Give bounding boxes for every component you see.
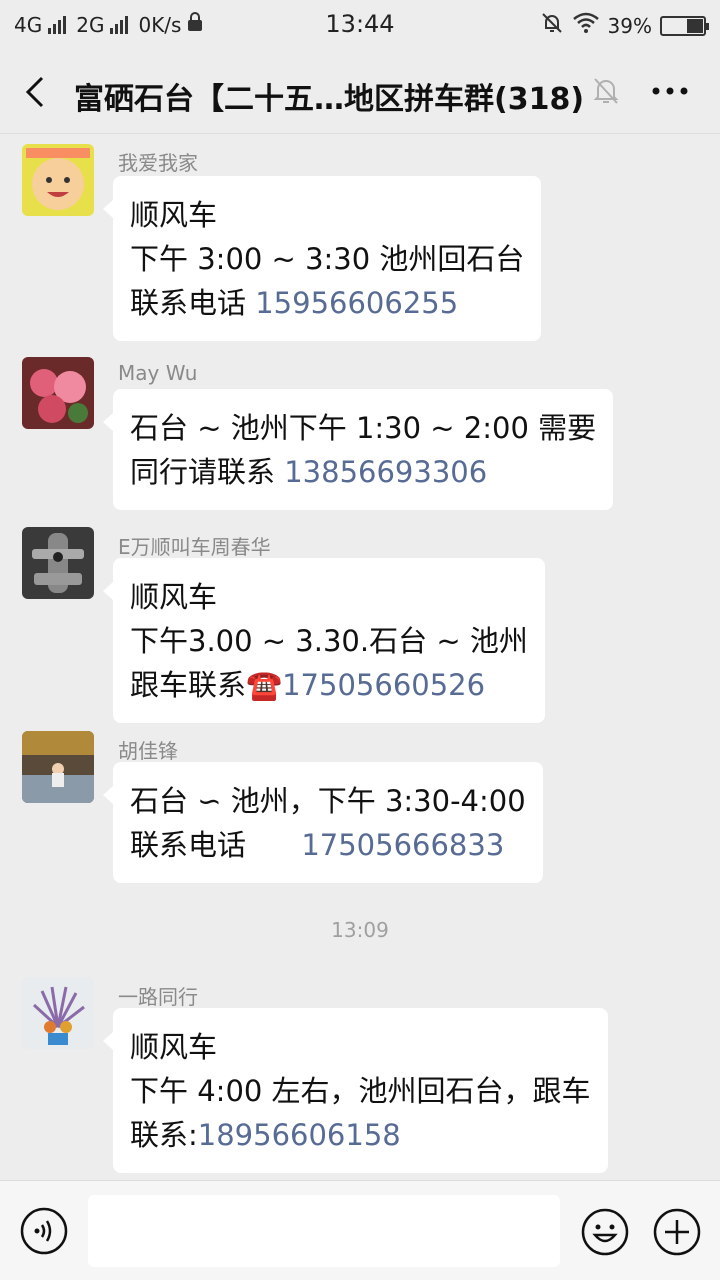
battery-icon: [660, 15, 709, 36]
sender-name: 一路同行: [118, 985, 198, 1009]
battery-percent: 39%: [607, 13, 652, 38]
avatar[interactable]: [22, 527, 94, 599]
back-icon: [25, 76, 44, 108]
voice-button[interactable]: [20, 1207, 68, 1255]
message-line: 下午 3:00 ~ 3:30 池州回石台: [130, 242, 525, 276]
message-text: 联系电话: [130, 286, 256, 320]
avatar[interactable]: [22, 731, 94, 803]
chat-header: 富硒石台【二十五…地区拼车群(318): [0, 50, 720, 134]
phone-link[interactable]: 15956606255: [255, 286, 458, 320]
message-line: 顺风车: [130, 580, 218, 614]
more-icon: [652, 87, 688, 95]
avatar[interactable]: [22, 144, 94, 216]
message-line: 顺风车: [130, 198, 218, 232]
sender-name: May Wu: [118, 361, 198, 385]
message-line: 下午 4:00 左右，池州回石台，跟车: [130, 1074, 591, 1108]
message-line: 下午3.00 ~ 3.30.石台 ~ 池州: [130, 624, 528, 658]
alarm-off-icon: [540, 11, 564, 40]
message-line: 石台 ~ 池州下午 1:30 ~ 2:00 需要: [130, 411, 597, 445]
message-text: 联系电话: [130, 828, 302, 862]
message-bubble[interactable]: 顺风车 下午 4:00 左右，池州回石台，跟车 联系:18956606158: [103, 1008, 608, 1173]
message-bubble[interactable]: 石台 ∽ 池州，下午 3:30-4:00 联系电话 17505666833: [103, 762, 543, 883]
message-bubble[interactable]: 顺风车 下午3.00 ~ 3.30.石台 ~ 池州 跟车联系☎️17505660…: [103, 558, 545, 723]
message-list[interactable]: 我爱我家 顺风车 下午 3:00 ~ 3:30 池州回石台 联系电话 15956…: [0, 135, 720, 1180]
message-line: 石台 ∽ 池州，下午 3:30-4:00: [130, 784, 526, 818]
message-bubble[interactable]: 石台 ~ 池州下午 1:30 ~ 2:00 需要 同行请联系 138566933…: [102, 389, 614, 510]
wifi-icon: [572, 12, 600, 39]
input-bar: [0, 1180, 720, 1280]
sender-name: 我爱我家: [118, 151, 198, 175]
phone-link[interactable]: 17505666833: [301, 828, 504, 862]
message-input[interactable]: [88, 1195, 560, 1267]
chat-title: 富硒石台【二十五…地区拼车群(318): [74, 82, 584, 117]
avatar[interactable]: [22, 357, 94, 429]
message-text: 跟车联系☎️: [130, 668, 283, 702]
time-separator: 13:09: [331, 918, 389, 942]
phone-link[interactable]: 18956606158: [198, 1118, 401, 1152]
sender-name: 胡佳锋: [118, 739, 178, 763]
plus-icon: [653, 1208, 701, 1256]
phone-link[interactable]: 17505660526: [282, 668, 485, 702]
avatar[interactable]: [22, 977, 94, 1049]
emoji-icon: [581, 1208, 629, 1256]
more-button[interactable]: [648, 76, 692, 106]
more-functions-button[interactable]: [652, 1207, 702, 1257]
message-line: 顺风车: [130, 1030, 218, 1064]
message-text: 联系:: [130, 1118, 198, 1152]
message-text: 同行请联系: [130, 455, 285, 489]
status-bar: 4G 2G 0K/s 13:44 39%: [0, 0, 720, 50]
voice-icon: [20, 1207, 68, 1255]
sender-name: E万顺叫车周春华: [118, 535, 271, 559]
message-bubble[interactable]: 顺风车 下午 3:00 ~ 3:30 池州回石台 联系电话 1595660625…: [102, 176, 542, 341]
emoji-button[interactable]: [580, 1207, 630, 1257]
mute-bell-icon: [592, 76, 620, 106]
back-button[interactable]: [18, 72, 58, 112]
phone-link[interactable]: 13856693306: [284, 455, 487, 489]
